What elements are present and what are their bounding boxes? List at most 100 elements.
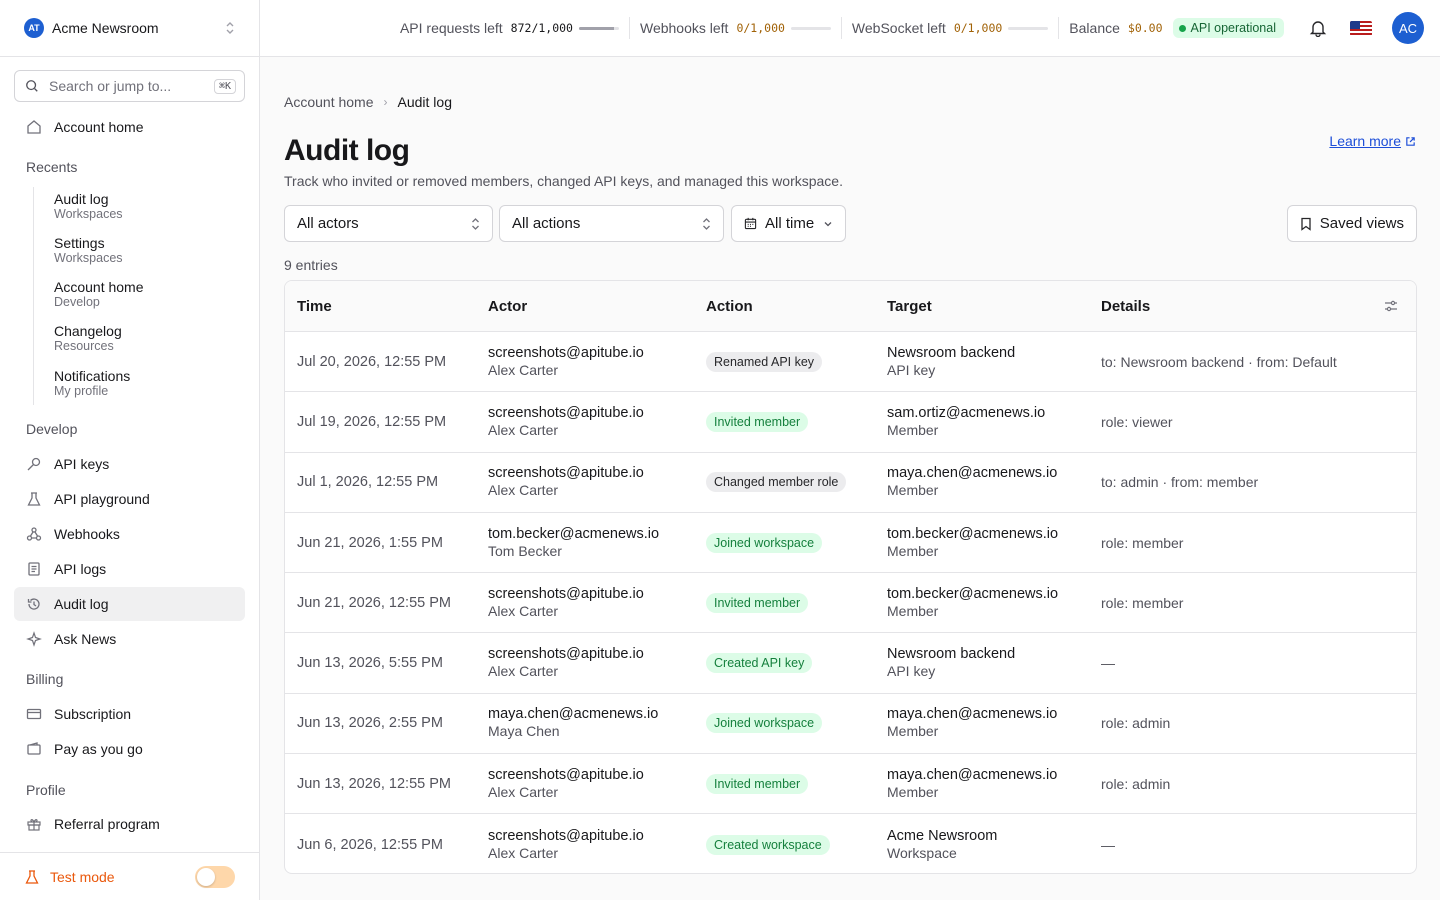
time-filter-value: All time [765, 215, 815, 232]
balance-label: Balance [1069, 20, 1120, 36]
actor-filter-value: All actors [297, 215, 359, 232]
sidebar-item-pay-as-you-go[interactable]: Pay as you go [14, 732, 245, 766]
sidebar-item-referral-program[interactable]: Referral program [14, 807, 245, 841]
column-header-actor[interactable]: Actor [476, 298, 694, 315]
table-body: Jul 20, 2026, 12:55 PM screenshots@apitub… [285, 332, 1416, 873]
table-row[interactable]: Jul 1, 2026, 12:55 PM screenshots@apitube… [285, 453, 1416, 513]
chevron-down-icon [824, 221, 832, 226]
cell-time: Jun 21, 2026, 12:55 PM [297, 594, 451, 611]
table-row[interactable]: Jul 20, 2026, 12:55 PM screenshots@apitub… [285, 332, 1416, 393]
cell-action: Changed member role [694, 472, 875, 493]
actor-email: screenshots@apitube.io [488, 827, 644, 844]
test-mode-bar: Test mode [0, 852, 259, 900]
actor-filter-select[interactable]: All actors [284, 205, 493, 242]
sidebar-item-subscription[interactable]: Subscription [14, 697, 245, 731]
cell-time: Jun 13, 2026, 5:55 PM [297, 655, 443, 672]
cell-target: tom.becker@acmenews.io Member [875, 586, 1089, 620]
recent-subtitle: Workspaces [54, 251, 123, 265]
target-type: Member [887, 482, 939, 499]
section-label-profile: Profile [26, 782, 66, 798]
sidebar-item-label: Webhooks [54, 526, 120, 542]
target-name: tom.becker@acmenews.io [887, 585, 1059, 602]
page-title: Audit log [284, 134, 410, 167]
search-placeholder: Search or jump to... [49, 78, 172, 94]
action-badge: Invited member [706, 411, 809, 432]
nav-home: Account home [14, 110, 245, 144]
sidebar-item-api-logs[interactable]: API logs [14, 552, 245, 586]
learn-more-link[interactable]: Learn more [1329, 133, 1416, 149]
table-row[interactable]: Jul 19, 2026, 12:55 PM screenshots@apitub… [285, 392, 1416, 453]
actor-email: screenshots@apitube.io [488, 404, 644, 421]
cell-time: Jun 6, 2026, 12:55 PM [297, 836, 443, 853]
cell-action: Invited member [694, 411, 875, 432]
target-name: tom.becker@acmenews.io [887, 525, 1059, 542]
column-header-target[interactable]: Target [875, 298, 1089, 315]
column-header-time[interactable]: Time [285, 298, 476, 315]
cell-target: sam.ortiz@acmenews.io Member [875, 405, 1089, 439]
test-mode-toggle[interactable] [195, 865, 235, 888]
action-badge: Joined workspace [706, 532, 823, 553]
table-row[interactable]: Jun 13, 2026, 12:55 PM screenshots@apitub… [285, 754, 1416, 815]
cell-time: Jul 19, 2026, 12:55 PM [297, 413, 447, 430]
target-type: API key [887, 663, 936, 680]
recent-item-audit-log[interactable]: Audit log Workspaces [54, 191, 123, 222]
recent-item-settings[interactable]: Settings Workspaces [54, 235, 123, 266]
sidebar-item-label: API logs [54, 561, 107, 577]
action-badge: Created API key [706, 653, 813, 674]
recent-item-changelog[interactable]: Changelog Resources [54, 323, 122, 354]
actor-email: maya.chen@acmenews.io [488, 706, 659, 723]
workspace-switcher[interactable]: AT Acme Newsroom [0, 0, 259, 57]
sidebar-item-audit-log[interactable]: Audit log [14, 587, 245, 621]
quota-bar [1008, 26, 1049, 30]
table-row[interactable]: Jun 21, 2026, 12:55 PM screenshots@apitub… [285, 573, 1416, 634]
column-settings-icon[interactable] [1384, 299, 1398, 313]
recents-divider [33, 187, 34, 405]
section-label-develop: Develop [26, 421, 78, 437]
cell-target: Newsroom backend API key [875, 345, 1089, 379]
table-row[interactable]: Jun 13, 2026, 2:55 PM maya.chen@acmenews.… [285, 694, 1416, 755]
action-filter-select[interactable]: All actions [499, 205, 724, 242]
sidebar-item-label: Referral program [54, 816, 160, 832]
table-row[interactable]: Jun 13, 2026, 5:55 PM screenshots@apitube… [285, 633, 1416, 694]
column-header-action[interactable]: Action [694, 298, 875, 315]
cell-action: Renamed API key [694, 351, 875, 372]
notifications-button[interactable] [1296, 12, 1340, 44]
sidebar-item-ask-news[interactable]: Ask News [14, 622, 245, 656]
table-row[interactable]: Jun 21, 2026, 1:55 PM tom.becker@acmenews… [285, 513, 1416, 574]
us-flag-icon[interactable] [1350, 20, 1372, 36]
sidebar-item-label: API playground [54, 491, 150, 507]
cell-details: role: member [1101, 534, 1184, 551]
cell-details: role: member [1101, 594, 1184, 611]
sidebar-item-api-playground[interactable]: API playground [14, 482, 245, 516]
table-row[interactable]: Jun 6, 2026, 12:55 PM screenshots@apitube… [285, 814, 1416, 873]
webhook-icon [26, 526, 42, 542]
websocket-quota: WebSocket left 0/1,000 [842, 20, 1058, 36]
sidebar-item-account-home[interactable]: Account home [14, 110, 245, 144]
actor-name: Alex Carter [488, 783, 559, 800]
recent-item-notifications[interactable]: Notifications My profile [54, 368, 130, 399]
avatar[interactable]: AC [1392, 12, 1424, 44]
status-badge[interactable]: API operational [1172, 18, 1284, 38]
sidebar-item-webhooks[interactable]: Webhooks [14, 517, 245, 551]
nav-billing: Subscription Pay as you go [14, 697, 245, 766]
nav-develop: API keys API playground Webhooks API log… [14, 447, 245, 656]
actor-name: Alex Carter [488, 361, 559, 378]
cell-time: Jul 20, 2026, 12:55 PM [297, 353, 447, 370]
actor-email: screenshots@apitube.io [488, 646, 644, 663]
sidebar-item-api-keys[interactable]: API keys [14, 447, 245, 481]
recent-item-account-home[interactable]: Account home Develop [54, 279, 144, 310]
flask-icon [25, 869, 39, 884]
column-header-details-label: Details [1101, 297, 1151, 315]
breadcrumb-account-home[interactable]: Account home [284, 94, 374, 110]
search-input[interactable]: Search or jump to... ⌘K [14, 70, 245, 102]
home-icon [26, 119, 42, 135]
logs-icon [26, 561, 42, 577]
target-type: Member [887, 421, 939, 438]
cell-target: maya.chen@acmenews.io Member [875, 706, 1089, 740]
history-icon [26, 596, 42, 612]
time-filter-select[interactable]: All time [731, 205, 846, 242]
saved-views-button[interactable]: Saved views [1286, 205, 1417, 242]
actor-name: Alex Carter [488, 421, 559, 438]
recent-title: Changelog [54, 323, 122, 339]
target-type: Member [887, 602, 939, 619]
